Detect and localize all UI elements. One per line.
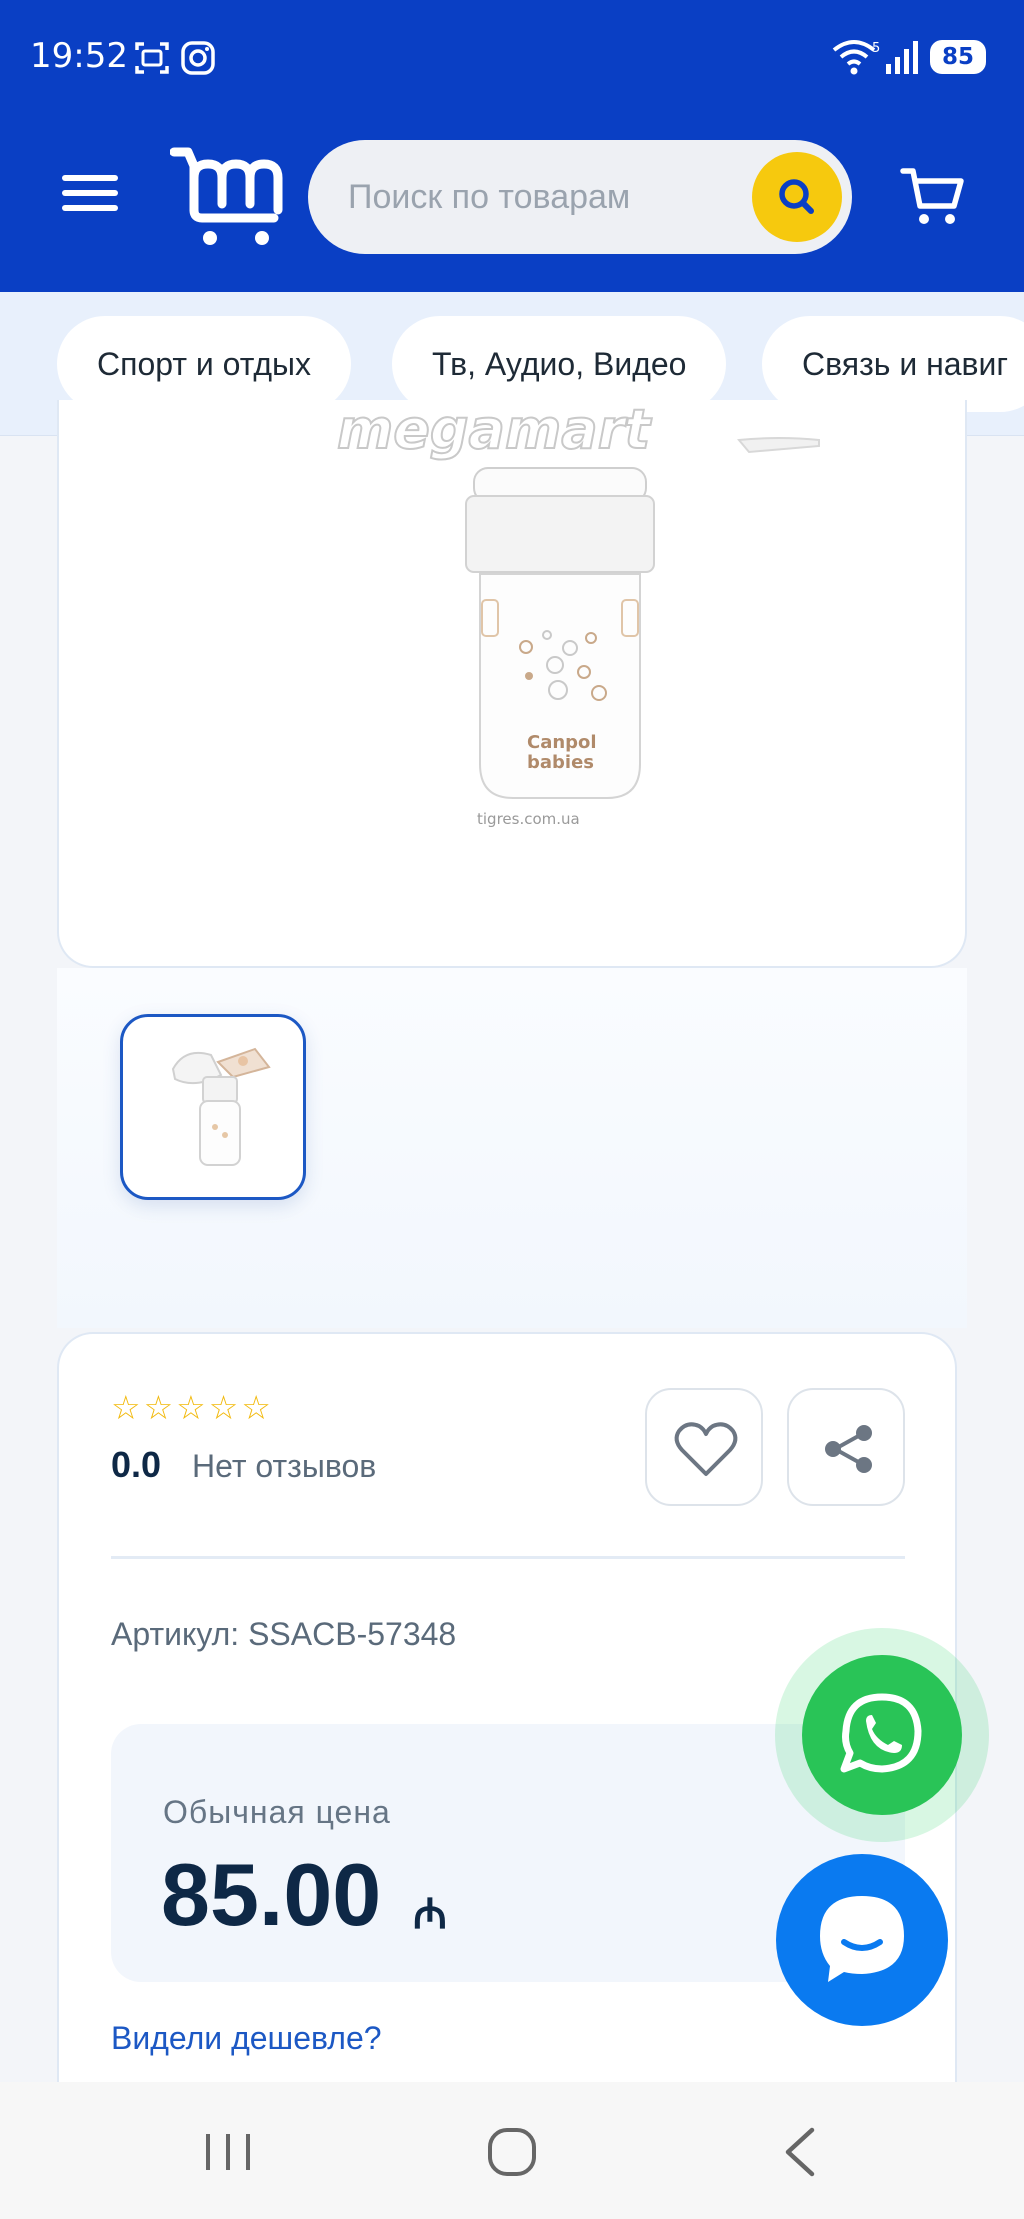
instagram-icon — [181, 41, 215, 75]
search-bar[interactable]: Поиск по товарам — [308, 140, 852, 254]
status-time: 19:52 — [30, 36, 128, 76]
share-icon — [825, 1425, 872, 1473]
product-image[interactable]: Canpol babies tigres.com.ua megamart — [59, 400, 967, 968]
divider — [111, 1556, 905, 1559]
whatsapp-icon — [840, 1693, 922, 1773]
category-chip-sport[interactable]: Спорт и отдых — [57, 316, 351, 412]
price-value: 85.00 — [161, 1845, 382, 1944]
reviews-count[interactable]: Нет отзывов — [192, 1448, 376, 1485]
menu-button[interactable] — [62, 175, 118, 219]
rating-stars: ☆☆☆☆☆ — [111, 1388, 274, 1427]
watermark-text: megamart — [337, 400, 652, 461]
megamart-logo[interactable] — [170, 144, 288, 248]
currency-symbol: ₼ — [413, 1889, 448, 1938]
category-chip-tv-audio-video[interactable]: Тв, Аудио, Видео — [392, 316, 727, 412]
image-source-text: tigres.com.ua — [477, 810, 580, 828]
category-chip-communication[interactable]: Связь и навиг — [762, 316, 1024, 412]
whatsapp-button[interactable] — [802, 1655, 962, 1815]
heart-icon — [674, 1422, 738, 1476]
chat-bubble-icon — [820, 1896, 904, 1982]
menu-icon — [62, 175, 118, 181]
rating-value: 0.0 — [111, 1444, 162, 1485]
product-image-card: Canpol babies tigres.com.ua megamart — [57, 400, 967, 968]
svg-text:5: 5 — [872, 41, 880, 56]
system-nav-bar — [0, 2082, 1024, 2219]
price-label: Обычная цена — [163, 1794, 391, 1830]
search-input[interactable]: Поиск по товарам — [348, 178, 630, 217]
recent-apps-icon[interactable] — [198, 2122, 258, 2182]
favorite-button[interactable] — [645, 1388, 763, 1506]
home-icon[interactable] — [482, 2122, 542, 2182]
product-thumbnail[interactable] — [120, 1014, 306, 1200]
wifi-icon: 5 — [832, 40, 880, 75]
cart-button[interactable] — [900, 166, 966, 228]
svg-text:Canpol: Canpol — [527, 732, 597, 753]
header: Поиск по товарам — [0, 100, 1024, 292]
thumbnail-image — [171, 1047, 271, 1166]
sku-text: Артикул: SSACB-57348 — [111, 1616, 457, 1652]
battery-indicator: 85 — [930, 40, 986, 74]
chat-button[interactable] — [776, 1854, 948, 2026]
search-icon — [779, 179, 814, 214]
search-button[interactable] — [752, 152, 842, 242]
screenshot-icon — [135, 42, 169, 74]
svg-text:babies: babies — [527, 752, 594, 773]
signal-icon — [886, 41, 918, 74]
share-button[interactable] — [787, 1388, 905, 1506]
seen-cheaper-link[interactable]: Видели дешевле? — [111, 2020, 382, 2057]
back-icon[interactable] — [772, 2122, 832, 2182]
status-bar: 19:52 5 85 — [0, 0, 1024, 100]
cart-icon — [900, 168, 964, 224]
